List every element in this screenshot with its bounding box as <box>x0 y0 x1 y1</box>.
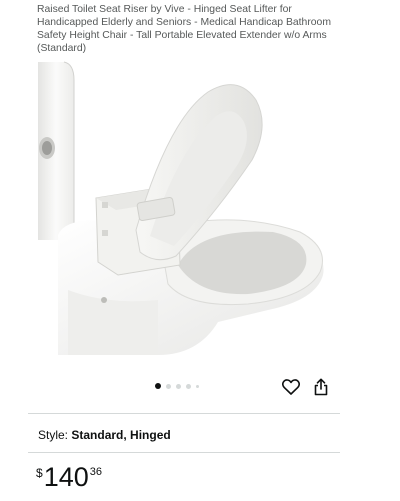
price-whole: 140 <box>43 462 89 492</box>
share-icon <box>314 378 328 396</box>
carousel-dot[interactable] <box>196 384 199 388</box>
divider <box>28 452 340 453</box>
price-fraction: 36 <box>89 466 102 478</box>
price: $ 140 36 <box>36 462 102 492</box>
price-currency-symbol: $ <box>36 466 43 480</box>
style-value: Standard, Hinged <box>71 428 171 442</box>
toilet-seat-riser-illustration <box>38 61 324 355</box>
image-carousel-indicator[interactable] <box>155 383 199 389</box>
carousel-dot[interactable] <box>166 383 171 389</box>
product-image[interactable] <box>38 60 328 355</box>
wishlist-button[interactable] <box>281 377 301 397</box>
heart-icon <box>282 379 300 395</box>
product-title: Raised Toilet Seat Riser by Vive - Hinge… <box>37 4 331 54</box>
share-button[interactable] <box>311 377 331 397</box>
carousel-dot[interactable] <box>186 383 191 389</box>
divider <box>28 413 340 414</box>
style-selector[interactable]: Style: Standard, Hinged <box>38 428 171 442</box>
carousel-dot[interactable] <box>176 383 181 389</box>
carousel-dot-active[interactable] <box>155 383 161 389</box>
style-label: Style: <box>38 428 69 442</box>
